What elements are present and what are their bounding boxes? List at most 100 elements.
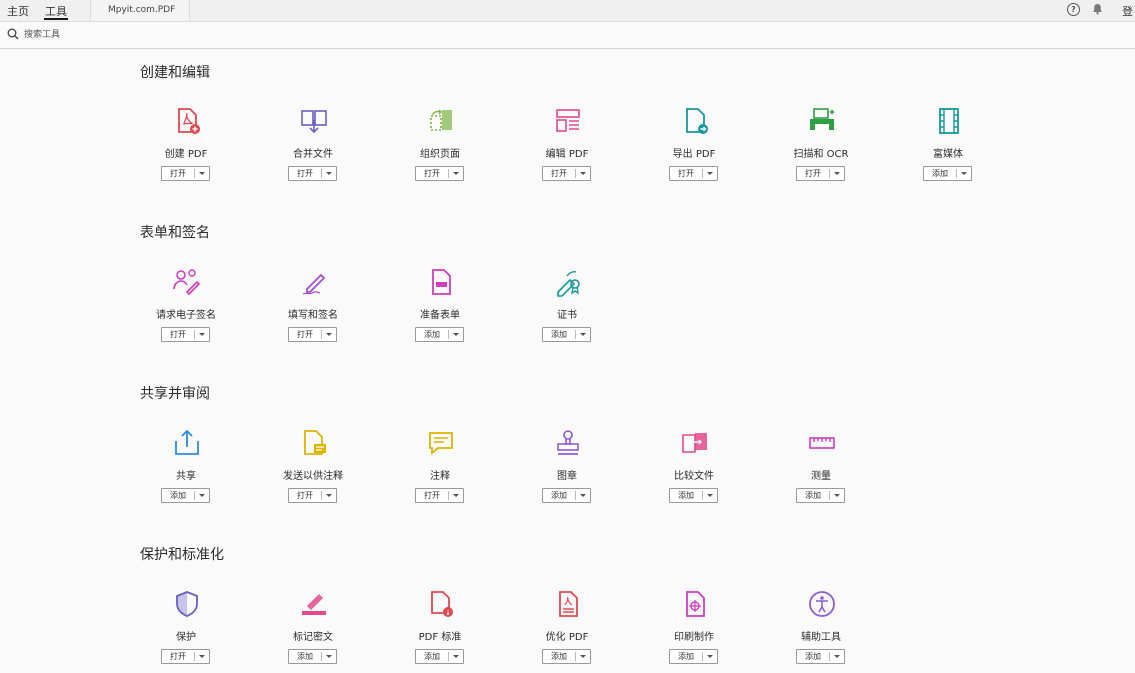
tool-name[interactable]: 印刷制作 xyxy=(629,628,759,643)
accessibility-icon[interactable] xyxy=(807,589,837,619)
chevron-down-icon[interactable] xyxy=(326,494,332,497)
tool-card[interactable]: 注释 打开 xyxy=(390,428,490,508)
tool-name[interactable]: PDF 标准 xyxy=(375,628,505,643)
tool-card[interactable]: 共享 添加 xyxy=(136,428,236,508)
chevron-down-icon[interactable] xyxy=(707,655,713,658)
tool-card[interactable]: 富媒体 添加 xyxy=(898,106,998,186)
scan-ocr-icon[interactable] xyxy=(807,106,837,136)
tool-card[interactable]: 辅助工具 添加 xyxy=(771,589,871,669)
tool-card[interactable]: 合并文件 打开 xyxy=(263,106,363,186)
tool-action-button[interactable]: 添加 xyxy=(669,488,718,503)
chevron-down-icon[interactable] xyxy=(453,333,459,336)
tool-action-label[interactable]: 添加 xyxy=(543,328,575,341)
chevron-down-icon[interactable] xyxy=(834,494,840,497)
tool-name[interactable]: 测量 xyxy=(756,467,886,482)
tool-name[interactable]: 合并文件 xyxy=(248,145,378,160)
tool-action-label[interactable]: 添加 xyxy=(162,489,194,502)
tool-action-button[interactable]: 打开 xyxy=(161,327,210,342)
tool-action-label[interactable]: 添加 xyxy=(797,489,829,502)
chevron-down-icon[interactable] xyxy=(580,333,586,336)
tool-action-button[interactable]: 添加 xyxy=(796,488,845,503)
tool-action-label[interactable]: 打开 xyxy=(162,328,194,341)
tool-action-button[interactable]: 添加 xyxy=(796,649,845,664)
tool-action-label[interactable]: 添加 xyxy=(797,650,829,663)
combine-files-icon[interactable] xyxy=(299,106,329,136)
tool-name[interactable]: 请求电子签名 xyxy=(121,306,251,321)
tool-action-button[interactable]: 打开 xyxy=(796,166,845,181)
tool-action-label[interactable]: 打开 xyxy=(162,167,194,180)
export-pdf-icon[interactable] xyxy=(680,106,710,136)
sign-in-link[interactable]: 登 xyxy=(1122,3,1133,19)
tool-card[interactable]: 创建 PDF 打开 xyxy=(136,106,236,186)
request-esign-icon[interactable] xyxy=(172,267,202,297)
tool-action-label[interactable]: 添加 xyxy=(543,650,575,663)
chevron-down-icon[interactable] xyxy=(326,655,332,658)
tool-action-label[interactable]: 打开 xyxy=(670,167,702,180)
tab-home[interactable]: 主页 xyxy=(7,3,29,19)
tool-action-label[interactable]: 添加 xyxy=(670,650,702,663)
tool-card[interactable]: 导出 PDF 打开 xyxy=(644,106,744,186)
tool-name[interactable]: 扫描和 OCR xyxy=(756,145,886,160)
tool-action-button[interactable]: 添加 xyxy=(542,327,591,342)
tool-action-label[interactable]: 打开 xyxy=(289,328,321,341)
chevron-down-icon[interactable] xyxy=(834,655,840,658)
tool-card[interactable]: 优化 PDF 添加 xyxy=(517,589,617,669)
pdf-standards-icon[interactable] xyxy=(426,589,456,619)
tool-action-button[interactable]: 添加 xyxy=(161,488,210,503)
tool-card[interactable]: PDF 标准 添加 xyxy=(390,589,490,669)
tool-name[interactable]: 保护 xyxy=(121,628,251,643)
send-for-comments-icon[interactable] xyxy=(299,428,329,458)
tool-action-button[interactable]: 添加 xyxy=(415,327,464,342)
tool-card[interactable]: 证书 添加 xyxy=(517,267,617,347)
tool-action-button[interactable]: 打开 xyxy=(288,488,337,503)
optimize-pdf-icon[interactable] xyxy=(553,589,583,619)
tool-name[interactable]: 证书 xyxy=(502,306,632,321)
tool-card[interactable]: 印刷制作 添加 xyxy=(644,589,744,669)
compare-files-icon[interactable] xyxy=(680,428,710,458)
tool-action-button[interactable]: 打开 xyxy=(669,166,718,181)
tool-card[interactable]: 测量 添加 xyxy=(771,428,871,508)
tool-action-button[interactable]: 打开 xyxy=(542,166,591,181)
comment-icon[interactable] xyxy=(426,428,456,458)
tool-card[interactable]: 图章 添加 xyxy=(517,428,617,508)
help-icon[interactable]: ? xyxy=(1067,3,1080,16)
chevron-down-icon[interactable] xyxy=(834,172,840,175)
tool-card[interactable]: 比较文件 添加 xyxy=(644,428,744,508)
chevron-down-icon[interactable] xyxy=(961,172,967,175)
share-icon[interactable] xyxy=(172,428,202,458)
tool-card[interactable]: 准备表单 添加 xyxy=(390,267,490,347)
tool-action-label[interactable]: 打开 xyxy=(289,167,321,180)
chevron-down-icon[interactable] xyxy=(453,494,459,497)
tool-name[interactable]: 准备表单 xyxy=(375,306,505,321)
chevron-down-icon[interactable] xyxy=(326,333,332,336)
tool-name[interactable]: 图章 xyxy=(502,467,632,482)
tool-name[interactable]: 辅助工具 xyxy=(756,628,886,643)
print-production-icon[interactable] xyxy=(680,589,710,619)
redact-icon[interactable] xyxy=(299,589,329,619)
tool-action-label[interactable]: 添加 xyxy=(924,167,956,180)
tool-name[interactable]: 标记密文 xyxy=(248,628,378,643)
tool-name[interactable]: 导出 PDF xyxy=(629,145,759,160)
tool-action-button[interactable]: 添加 xyxy=(669,649,718,664)
stamp-icon[interactable] xyxy=(553,428,583,458)
tool-name[interactable]: 注释 xyxy=(375,467,505,482)
measure-icon[interactable] xyxy=(807,428,837,458)
search-input[interactable] xyxy=(24,27,424,42)
tool-card[interactable]: 扫描和 OCR 打开 xyxy=(771,106,871,186)
tool-action-button[interactable]: 打开 xyxy=(161,649,210,664)
bell-icon[interactable] xyxy=(1092,3,1103,15)
protect-icon[interactable] xyxy=(172,589,202,619)
tool-name[interactable]: 富媒体 xyxy=(883,145,1013,160)
chevron-down-icon[interactable] xyxy=(580,655,586,658)
tool-action-button[interactable]: 添加 xyxy=(542,488,591,503)
tool-action-button[interactable]: 打开 xyxy=(415,488,464,503)
certificates-icon[interactable] xyxy=(553,267,583,297)
create-pdf-icon[interactable] xyxy=(172,106,202,136)
tool-name[interactable]: 创建 PDF xyxy=(121,145,251,160)
tab-tools[interactable]: 工具 xyxy=(44,3,68,20)
tool-action-button[interactable]: 添加 xyxy=(923,166,972,181)
tool-name[interactable]: 共享 xyxy=(121,467,251,482)
tool-action-label[interactable]: 打开 xyxy=(543,167,575,180)
chevron-down-icon[interactable] xyxy=(707,172,713,175)
tool-action-button[interactable]: 添加 xyxy=(288,649,337,664)
